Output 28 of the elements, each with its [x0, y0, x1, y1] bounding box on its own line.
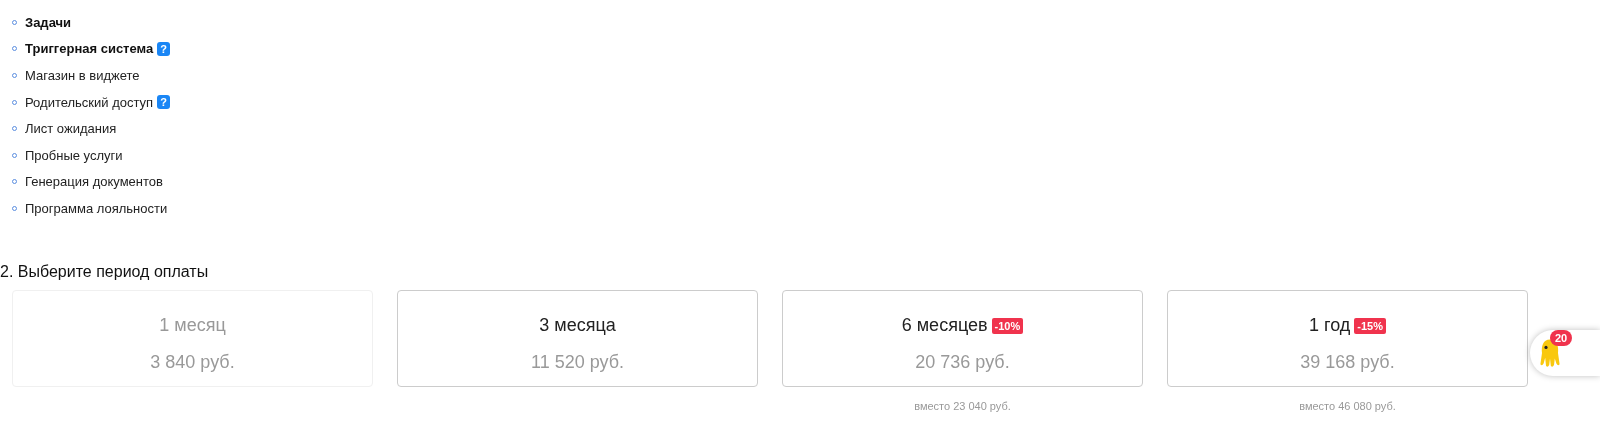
notification-badge: 20 — [1550, 330, 1573, 346]
feature-label: Задачи — [25, 14, 72, 30]
help-icon[interactable]: ? — [157, 95, 171, 110]
period-card[interactable]: 6 месяцев -10% 20 736 руб. — [782, 289, 1143, 387]
feature-label: Лист ожидания — [25, 121, 117, 137]
period-title: 3 месяца — [539, 315, 616, 337]
old-price: вместо 46 080 руб. — [1299, 399, 1396, 412]
period-price: 39 168 руб. — [1300, 351, 1395, 373]
period-card[interactable]: 3 месяца 11 520 руб. — [397, 289, 758, 387]
feature-label: Триггерная система — [25, 41, 154, 57]
section-heading: 2. Выберите период оплаты — [0, 261, 210, 282]
period-price: 3 840 руб. — [150, 351, 235, 373]
discount-badge: -15% — [1354, 317, 1386, 334]
period-title: 1 год — [1309, 315, 1351, 337]
chat-widget-button[interactable]: 20 — [1530, 330, 1600, 376]
period-price: 20 736 руб. — [915, 351, 1010, 373]
help-icon[interactable]: ? — [157, 41, 171, 56]
feature-label: Пробные услуги — [25, 147, 123, 163]
discount-badge: -10% — [991, 317, 1024, 334]
feature-label: Родительский доступ — [25, 94, 154, 110]
period-title: 1 месяц — [159, 315, 226, 337]
period-price: 11 520 руб. — [530, 351, 624, 373]
feature-label: Магазин в виджете — [25, 68, 140, 83]
old-price: вместо 23 040 руб. — [914, 399, 1011, 412]
period-card[interactable]: 1 год -15% 39 168 руб. — [1167, 289, 1528, 387]
period-title: 6 месяцев — [901, 315, 988, 337]
feature-label: Генерация документов — [25, 174, 163, 190]
feature-label: Программа лояльности — [25, 200, 168, 216]
